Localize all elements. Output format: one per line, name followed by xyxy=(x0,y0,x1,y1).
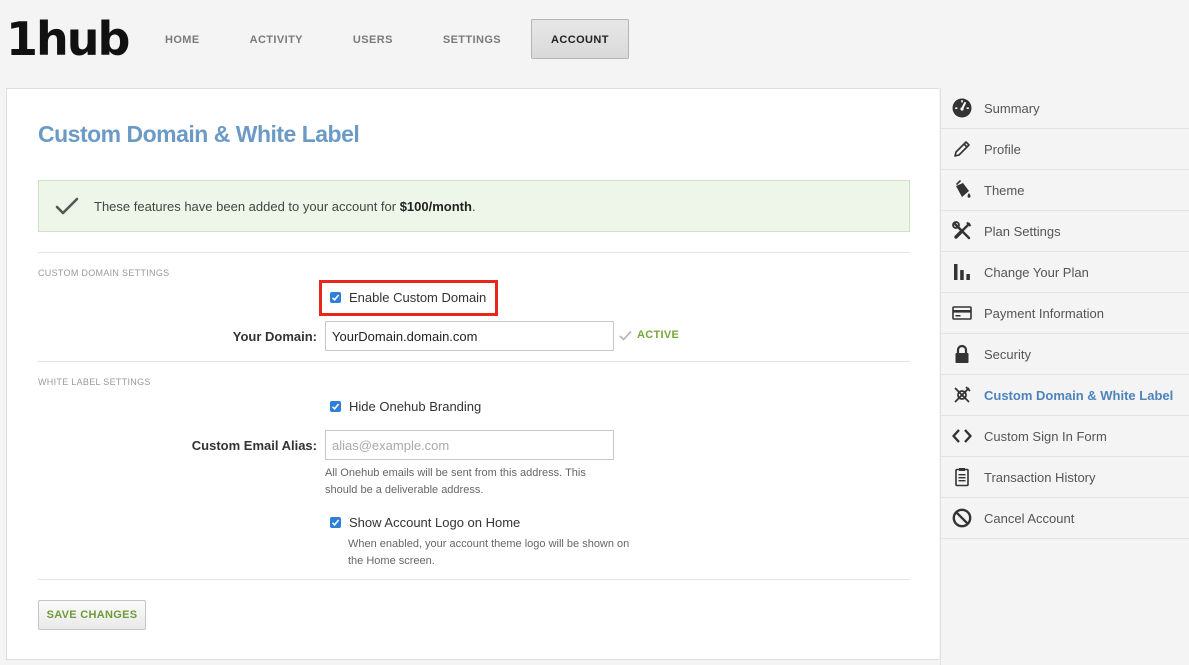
sidebar-item-plan-settings[interactable]: Plan Settings xyxy=(941,211,1189,252)
nav-users[interactable]: USERS xyxy=(333,19,413,59)
show-logo-checkbox[interactable] xyxy=(330,517,341,528)
page-title: Custom Domain & White Label xyxy=(38,121,360,147)
show-logo-row[interactable]: Show Account Logo on Home xyxy=(330,515,520,530)
sidebar-item-label: Security xyxy=(984,346,1031,362)
white-label-section-label: WHITE LABEL SETTINGS xyxy=(38,377,151,387)
sidebar-item-theme[interactable]: Theme xyxy=(941,170,1189,211)
tools-icon xyxy=(951,220,973,242)
hide-branding-checkbox[interactable] xyxy=(330,401,341,412)
notice-price: $100/month xyxy=(399,198,472,214)
account-sidebar: Summary Profile Theme Plan Settings Chan… xyxy=(940,88,1189,665)
save-changes-button[interactable]: SAVE CHANGES xyxy=(38,600,146,630)
your-domain-input[interactable] xyxy=(325,321,614,351)
bar-chart-icon xyxy=(951,261,973,283)
sidebar-item-change-plan[interactable]: Change Your Plan xyxy=(941,252,1189,293)
show-logo-help: When enabled, your account theme logo wi… xyxy=(348,538,630,567)
email-alias-input[interactable] xyxy=(325,430,614,460)
enable-custom-domain-row[interactable]: Enable Custom Domain xyxy=(330,290,486,305)
sidebar-item-label: Transaction History xyxy=(984,469,1096,485)
receipt-icon xyxy=(951,466,973,488)
divider xyxy=(38,252,910,253)
hide-branding-label[interactable]: Hide Onehub Branding xyxy=(349,399,481,414)
satellite-icon xyxy=(951,384,973,406)
divider xyxy=(38,361,910,362)
sidebar-item-label: Profile xyxy=(984,141,1021,157)
logo[interactable]: 1hub xyxy=(6,14,130,64)
enable-custom-domain-checkbox[interactable] xyxy=(330,292,341,303)
sidebar-item-custom-domain[interactable]: Custom Domain & White Label xyxy=(941,375,1189,416)
sidebar-item-label: Custom Domain & White Label xyxy=(984,387,1174,403)
status-badge: ACTIVE xyxy=(637,329,680,341)
sidebar-item-transactions[interactable]: Transaction History xyxy=(941,457,1189,498)
main-panel: Custom Domain & White Label These featur… xyxy=(6,88,939,660)
checkmark-icon xyxy=(619,330,632,341)
custom-domain-section-label: CUSTOM DOMAIN SETTINGS xyxy=(38,268,170,278)
sidebar-item-label: Change Your Plan xyxy=(984,264,1089,280)
sidebar-item-security[interactable]: Security xyxy=(941,334,1189,375)
pencil-icon xyxy=(951,138,973,160)
sidebar-item-payment[interactable]: Payment Information xyxy=(941,293,1189,334)
sidebar-item-label: Payment Information xyxy=(984,305,1104,321)
nav-account[interactable]: ACCOUNT xyxy=(531,19,629,59)
hide-branding-row[interactable]: Hide Onehub Branding xyxy=(330,399,481,414)
sidebar-item-label: Cancel Account xyxy=(984,510,1075,526)
sidebar-item-label: Custom Sign In Form xyxy=(984,428,1107,444)
sidebar-item-profile[interactable]: Profile xyxy=(941,129,1189,170)
code-icon xyxy=(951,425,973,447)
credit-card-icon xyxy=(951,302,973,324)
nav-activity[interactable]: ACTIVITY xyxy=(230,19,323,59)
divider xyxy=(38,579,910,580)
sidebar-item-label: Plan Settings xyxy=(984,223,1061,239)
domain-status: ACTIVE xyxy=(619,329,679,341)
sidebar-item-label: Summary xyxy=(984,100,1040,116)
enable-custom-domain-label[interactable]: Enable Custom Domain xyxy=(349,290,486,305)
sidebar-item-label: Theme xyxy=(984,182,1025,198)
sidebar-item-cancel-account[interactable]: Cancel Account xyxy=(941,498,1189,539)
email-alias-label: Custom Email Alias: xyxy=(191,438,317,453)
nav-settings[interactable]: SETTINGS xyxy=(423,19,521,59)
success-notice: These features have been added to your a… xyxy=(38,180,910,232)
ban-icon xyxy=(951,507,973,529)
sidebar-item-summary[interactable]: Summary xyxy=(941,88,1189,129)
checkmark-icon xyxy=(54,193,80,219)
main-nav: HOME ACTIVITY USERS SETTINGS ACCOUNT xyxy=(145,19,639,59)
show-logo-label[interactable]: Show Account Logo on Home xyxy=(349,515,520,530)
your-domain-label: Your Domain: xyxy=(232,329,317,344)
paint-bucket-icon xyxy=(951,179,973,201)
email-alias-help: All Onehub emails will be sent from this… xyxy=(325,467,586,496)
notice-text: These features have been added to your a… xyxy=(94,198,476,214)
lock-icon xyxy=(951,343,973,365)
top-bar: 1hub HOME ACTIVITY USERS SETTINGS ACCOUN… xyxy=(0,0,1189,88)
nav-home[interactable]: HOME xyxy=(145,19,220,59)
gauge-icon xyxy=(951,97,973,119)
sidebar-item-sign-in-form[interactable]: Custom Sign In Form xyxy=(941,416,1189,457)
